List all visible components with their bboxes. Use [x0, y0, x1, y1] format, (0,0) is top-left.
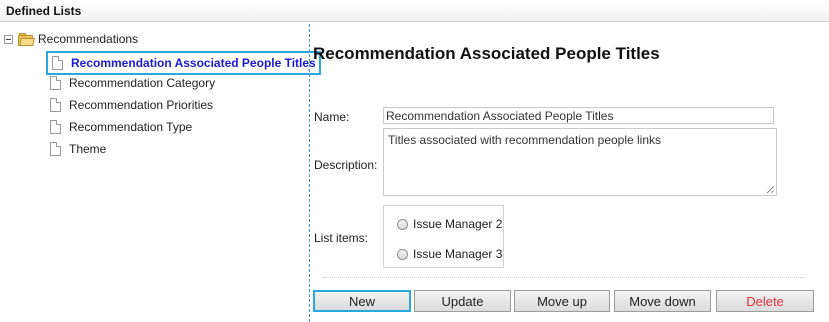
collapse-icon[interactable] [4, 34, 13, 44]
document-icon [50, 120, 61, 134]
move-up-button[interactable]: Move up [514, 290, 610, 312]
list-item-option[interactable]: Issue Manager 3 [397, 247, 502, 261]
document-icon [52, 56, 63, 70]
update-button[interactable]: Update [414, 290, 511, 312]
name-field[interactable] [383, 107, 774, 124]
tree-item-label: Recommendation Category [69, 76, 216, 90]
folder-icon [18, 32, 35, 46]
tree-item-theme[interactable]: Theme [50, 140, 106, 158]
tree-node-recommendations[interactable]: Recommendations [4, 31, 138, 47]
description-text: Titles associated with recommendation pe… [388, 133, 662, 147]
radio-button[interactable] [397, 248, 408, 260]
delete-button[interactable]: Delete [716, 290, 814, 312]
move-down-button[interactable]: Move down [614, 290, 711, 312]
description-label: Description: [314, 158, 378, 172]
document-icon [50, 142, 61, 156]
tree-item-label: Recommendation Priorities [69, 98, 214, 112]
tree-item-recommendation-category[interactable]: Recommendation Category [50, 74, 215, 92]
panel-divider[interactable] [309, 24, 310, 322]
resize-grip-icon[interactable] [767, 186, 774, 193]
document-icon [50, 98, 61, 112]
document-icon [50, 76, 61, 90]
tree-item-label: Recommendation Type [69, 120, 193, 134]
panel-title: Defined Lists [6, 4, 82, 18]
tree-item-recommendation-priorities[interactable]: Recommendation Priorities [50, 96, 213, 114]
name-label: Name: [314, 110, 350, 124]
tree-item-label: Theme [69, 142, 107, 156]
tree-item-label: Recommendation Associated People Titles [71, 56, 316, 70]
list-items-box: Issue Manager 2 Issue Manager 3 [383, 205, 504, 268]
list-tree: Recommendations Recommendation Associate… [0, 22, 321, 322]
list-item-option[interactable]: Issue Manager 2 [397, 217, 502, 231]
panel-header: Defined Lists [0, 0, 829, 22]
tree-item-recommendation-associated-people-titles[interactable]: Recommendation Associated People Titles [46, 51, 321, 75]
list-items-label: List items: [314, 231, 369, 245]
list-item-label: Issue Manager 3 [413, 247, 503, 261]
tree-item-recommendation-type[interactable]: Recommendation Type [50, 118, 192, 136]
detail-heading: Recommendation Associated People Titles [313, 44, 660, 63]
tree-root-label: Recommendations [38, 32, 139, 46]
radio-button[interactable] [397, 218, 408, 230]
new-button[interactable]: New [313, 290, 411, 312]
description-field[interactable]: Titles associated with recommendation pe… [383, 128, 777, 196]
section-separator [323, 277, 805, 278]
list-item-label: Issue Manager 2 [413, 217, 503, 231]
